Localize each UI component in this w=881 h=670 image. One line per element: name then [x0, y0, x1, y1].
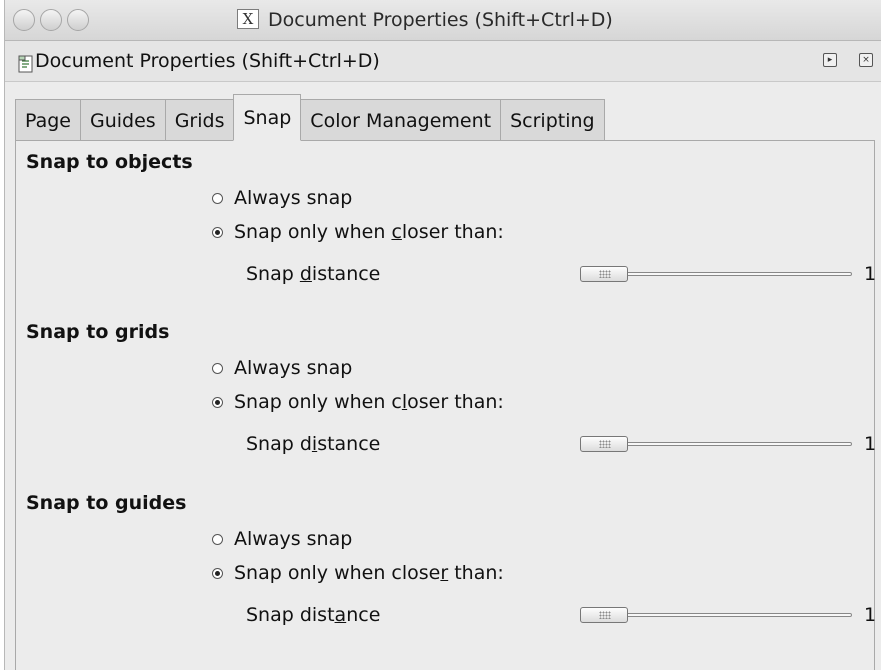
- grids-snap-distance-value: 1: [864, 433, 877, 455]
- grids-snap-closer-radio[interactable]: Snap only when closer than:: [212, 391, 504, 413]
- minimize-window-button[interactable]: [40, 9, 62, 31]
- window-title: Document Properties (Shift+Ctrl+D): [268, 9, 613, 31]
- tab-snap[interactable]: Snap: [233, 94, 302, 141]
- section-title: Snap to grids: [26, 321, 170, 343]
- radio-label: Always snap: [234, 528, 353, 550]
- grip-icon: [599, 611, 611, 619]
- objects-snap-closer-radio[interactable]: Snap only when closer than:: [212, 221, 504, 243]
- guides-snap-closer-radio[interactable]: Snap only when closer than:: [212, 562, 504, 584]
- radio-button-icon[interactable]: [212, 192, 223, 204]
- guides-snap-distance-value: 1: [864, 604, 877, 626]
- panel-menu-button[interactable]: ▸: [823, 53, 837, 67]
- section-title: Snap to objects: [26, 151, 193, 173]
- grids-snap-distance-label: Snap distance: [246, 433, 381, 455]
- slider-track[interactable]: [624, 613, 852, 617]
- objects-snap-distance-value: 1: [864, 263, 877, 285]
- panel-title: Document Properties (Shift+Ctrl+D): [35, 50, 380, 72]
- objects-snap-distance-slider[interactable]: [580, 266, 856, 282]
- zoom-window-button[interactable]: [67, 9, 89, 31]
- grip-icon: [599, 440, 611, 448]
- tab-grids[interactable]: Grids: [164, 99, 235, 141]
- guides-snap-distance-label: Snap distance: [246, 604, 381, 626]
- x11-icon: X: [237, 9, 259, 29]
- radio-label: Always snap: [234, 187, 353, 209]
- panel-close-button[interactable]: ×: [859, 53, 873, 67]
- document-properties-icon: [18, 55, 33, 73]
- guides-snap-distance-slider[interactable]: [580, 607, 856, 623]
- radio-label: Snap only when closer than:: [234, 221, 504, 243]
- slider-thumb[interactable]: [580, 436, 628, 452]
- slider-thumb[interactable]: [580, 266, 628, 282]
- slider-track[interactable]: [624, 272, 852, 276]
- close-window-button[interactable]: [13, 9, 35, 31]
- tab-guides[interactable]: Guides: [80, 99, 166, 141]
- objects-always-snap-radio[interactable]: Always snap: [212, 187, 352, 209]
- snap-tab-content: Snap to objects Always snap Snap only wh…: [15, 140, 877, 670]
- radio-label: Snap only when closer than:: [234, 562, 504, 584]
- radio-label: Always snap: [234, 357, 353, 379]
- document-properties-window: X Document Properties (Shift+Ctrl+D) Doc…: [4, 0, 881, 670]
- grids-snap-distance-slider[interactable]: [580, 436, 856, 452]
- tab-scripting[interactable]: Scripting: [500, 99, 605, 141]
- grids-always-snap-radio[interactable]: Always snap: [212, 357, 352, 379]
- panel-header: Document Properties (Shift+Ctrl+D) ▸ ×: [5, 41, 881, 82]
- radio-button-selected-icon[interactable]: [212, 396, 223, 408]
- radio-button-icon[interactable]: [212, 362, 223, 374]
- objects-snap-distance-label: Snap distance: [246, 263, 381, 285]
- slider-track[interactable]: [624, 442, 852, 446]
- tab-page[interactable]: Page: [15, 99, 81, 141]
- guides-always-snap-radio[interactable]: Always snap: [212, 528, 352, 550]
- radio-button-icon[interactable]: [212, 533, 223, 545]
- slider-thumb[interactable]: [580, 607, 628, 623]
- grip-icon: [599, 270, 611, 278]
- section-title: Snap to guides: [26, 492, 187, 514]
- radio-button-selected-icon[interactable]: [212, 567, 223, 579]
- titlebar: X Document Properties (Shift+Ctrl+D): [5, 0, 881, 41]
- radio-button-selected-icon[interactable]: [212, 226, 223, 238]
- tab-bar: Page Guides Grids Snap Color Management …: [15, 94, 605, 141]
- radio-label: Snap only when closer than:: [234, 391, 504, 413]
- tab-color-management[interactable]: Color Management: [300, 99, 502, 141]
